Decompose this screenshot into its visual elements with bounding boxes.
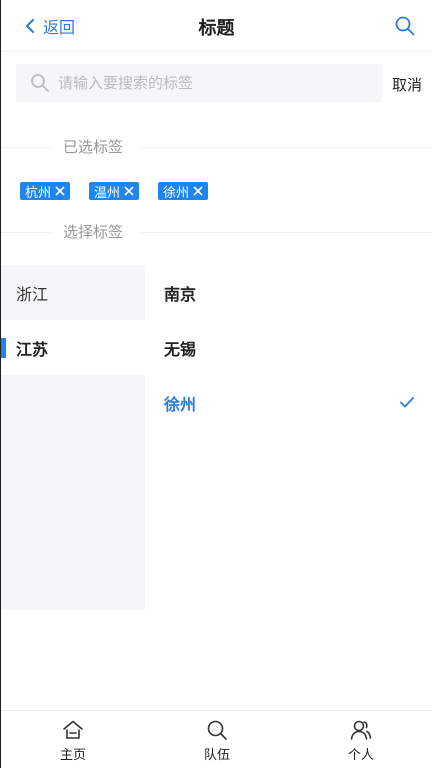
search-icon[interactable] xyxy=(394,15,416,37)
search-bar xyxy=(16,64,382,102)
close-icon[interactable] xyxy=(55,186,65,196)
tab-label: 主页 xyxy=(59,748,86,763)
close-icon[interactable] xyxy=(193,186,203,196)
bottom-tab-bar: 主页 队伍 个人 xyxy=(1,710,432,768)
selected-tags-heading: 已选标签 xyxy=(1,136,432,171)
selected-tags-title: 已选标签 xyxy=(63,136,124,157)
tab-label: 个人 xyxy=(347,748,374,763)
search-input[interactable] xyxy=(56,73,360,93)
tag-label: 温州 xyxy=(94,185,121,201)
province-label: 江苏 xyxy=(16,339,49,359)
city-item[interactable]: 南京 xyxy=(164,265,419,320)
choose-tags-heading: 选择标签 xyxy=(1,221,432,256)
check-icon xyxy=(400,397,414,408)
city-label: 无锡 xyxy=(164,339,197,359)
tab-profile[interactable]: 个人 xyxy=(301,711,421,768)
divider xyxy=(141,232,432,233)
selected-tags-list: 杭州 温州 徐州 xyxy=(20,182,209,201)
divider xyxy=(141,147,432,148)
choose-tags-title: 选择标签 xyxy=(63,221,124,242)
city-item[interactable]: 无锡 xyxy=(164,320,419,375)
close-icon[interactable] xyxy=(124,186,134,196)
selected-tag[interactable]: 温州 xyxy=(89,182,140,201)
city-label: 徐州 xyxy=(164,394,197,414)
divider xyxy=(1,147,51,148)
tab-home[interactable]: 主页 xyxy=(13,711,133,768)
city-item-selected[interactable]: 徐州 xyxy=(164,375,419,430)
divider xyxy=(1,232,51,233)
province-list: 浙江 江苏 xyxy=(1,265,145,610)
page-title: 标题 xyxy=(198,18,235,39)
cancel-button[interactable]: 取消 xyxy=(392,74,422,95)
search-icon xyxy=(207,720,227,740)
city-label: 南京 xyxy=(164,284,197,304)
selected-tag[interactable]: 杭州 xyxy=(20,182,71,201)
tab-team[interactable]: 队伍 xyxy=(157,711,277,768)
province-label: 浙江 xyxy=(16,284,49,304)
province-item[interactable]: 浙江 xyxy=(1,265,145,320)
nav-header: 返回 标题 xyxy=(1,0,432,52)
search-icon xyxy=(31,74,49,92)
province-item-active[interactable]: 江苏 xyxy=(1,320,145,375)
home-icon xyxy=(63,720,83,739)
app-frame: 返回 标题 取消 已选标签 杭州 温州 xyxy=(0,0,432,768)
tab-label: 队伍 xyxy=(203,748,230,763)
tag-label: 徐州 xyxy=(163,185,190,201)
selected-tag[interactable]: 徐州 xyxy=(158,182,209,201)
tag-label: 杭州 xyxy=(25,185,52,201)
user-icon xyxy=(350,720,372,740)
